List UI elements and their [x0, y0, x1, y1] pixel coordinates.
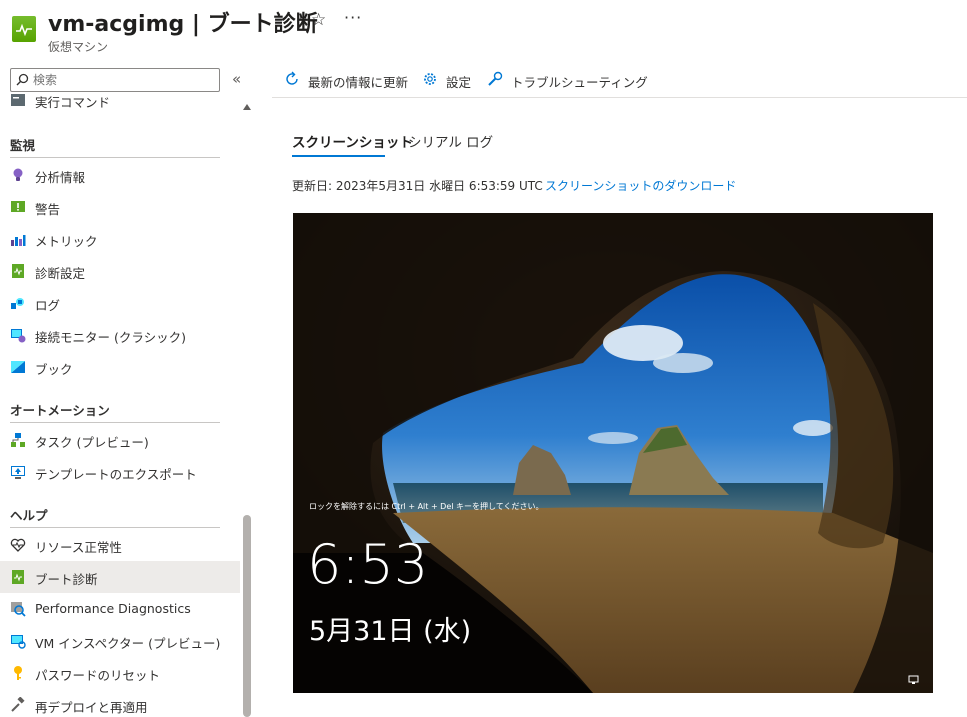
boot-screenshot-image: ロックを解除するには Ctrl + Alt + Del キーを押してください。 …	[293, 213, 933, 693]
sidebar-nav: 実行コマンド 監視 分析情報 警告 メトリック 診断設定 ログ 接続モニター (…	[0, 94, 240, 717]
connection-monitor-icon	[11, 329, 26, 343]
sidebar-item-metrics[interactable]: メトリック	[0, 223, 240, 255]
download-screenshot-link[interactable]: スクリーンショットのダウンロード	[545, 177, 736, 194]
sidebar-item-diagnostic-settings[interactable]: 診断設定	[0, 255, 240, 287]
sidebar-item-performance-diagnostics[interactable]: Performance Diagnostics	[0, 593, 240, 625]
sidebar-item-connection-monitor[interactable]: 接続モニター (クラシック)	[0, 319, 240, 351]
troubleshoot-button[interactable]: トラブルシューティング	[487, 70, 648, 90]
page-header: vm-acgimg | ブート診断 仮想マシン ☆ ···	[0, 0, 967, 62]
sidebar-item-label: ブック	[35, 362, 73, 377]
lightbulb-icon	[13, 168, 23, 181]
sidebar-item-export-template[interactable]: テンプレートのエクスポート	[0, 456, 240, 488]
settings-button[interactable]: 設定	[422, 70, 482, 90]
collapse-sidebar-icon[interactable]: «	[232, 70, 241, 88]
divider	[10, 527, 220, 528]
refresh-label: 最新の情報に更新	[308, 75, 409, 90]
sidebar: « 実行コマンド 監視 分析情報 警告 メトリック 診断設定 ログ	[0, 62, 256, 717]
active-tab-indicator	[292, 155, 385, 157]
section-monitoring: 監視	[10, 138, 36, 153]
divider	[10, 422, 220, 423]
sidebar-item-label: 実行コマンド	[35, 95, 111, 110]
sidebar-item-logs[interactable]: ログ	[0, 287, 240, 319]
network-icon	[908, 675, 919, 684]
sidebar-item-label: リソース正常性	[35, 540, 122, 555]
sidebar-item-run-command[interactable]: 実行コマンド	[0, 94, 240, 116]
search-icon	[16, 73, 29, 86]
sidebar-item-label: ログ	[35, 298, 61, 313]
refresh-icon	[286, 71, 298, 85]
lock-date: 5月31日 (水)	[309, 616, 472, 647]
more-icon[interactable]: ···	[344, 8, 362, 27]
section-help: ヘルプ	[10, 508, 48, 523]
heart-icon	[10, 538, 26, 552]
workbooks-icon	[11, 361, 25, 373]
tab-screenshot[interactable]: スクリーンショット	[292, 131, 413, 151]
updated-timestamp: 更新日: 2023年5月31日 水曜日 6:53:59 UTC	[292, 179, 543, 193]
wrench-icon	[488, 71, 503, 86]
sidebar-item-alerts[interactable]: 警告	[0, 191, 240, 223]
hammer-icon	[11, 697, 25, 712]
vm-inspector-icon	[11, 635, 26, 649]
sidebar-item-label: 接続モニター (クラシック)	[35, 330, 186, 345]
sidebar-item-label: メトリック	[35, 234, 98, 249]
page-title: vm-acgimg | ブート診断	[48, 12, 318, 37]
sidebar-item-redeploy[interactable]: 再デプロイと再適用	[0, 689, 240, 717]
performance-diagnostics-icon	[11, 602, 26, 617]
sidebar-item-label: Performance Diagnostics	[35, 601, 191, 616]
scroll-up-arrow[interactable]	[243, 104, 251, 110]
sidebar-item-label: ブート診断	[35, 572, 98, 587]
section-automation: オートメーション	[10, 403, 110, 418]
lock-hint-text: ロックを解除するには Ctrl + Alt + Del キーを押してください。	[309, 502, 544, 511]
sidebar-item-label: タスク (プレビュー)	[35, 435, 149, 450]
page-subtitle: 仮想マシン	[48, 40, 109, 54]
diagnostic-settings-icon	[12, 264, 24, 278]
command-bar: 最新の情報に更新 設定 トラブルシューティング	[272, 62, 967, 98]
sidebar-item-label: テンプレートのエクスポート	[35, 467, 197, 482]
sidebar-item-label: 分析情報	[35, 170, 86, 185]
sidebar-item-label: パスワードのリセット	[35, 668, 161, 683]
refresh-button[interactable]: 最新の情報に更新	[284, 70, 414, 90]
metrics-icon	[11, 235, 26, 246]
sidebar-item-label: VM インスペクター (プレビュー)	[35, 636, 221, 651]
logs-icon	[11, 298, 24, 309]
sidebar-item-vm-inspector[interactable]: VM インスペクター (プレビュー)	[0, 625, 240, 657]
sidebar-item-label: 診断設定	[35, 266, 86, 281]
sidebar-item-insights[interactable]: 分析情報	[0, 159, 240, 191]
alert-icon	[11, 201, 25, 212]
tasks-icon	[11, 433, 25, 447]
run-command-icon	[11, 94, 25, 106]
vm-resource-icon	[12, 16, 36, 42]
star-icon[interactable]: ☆	[311, 10, 326, 30]
sidebar-item-workbooks[interactable]: ブック	[0, 351, 240, 383]
search-input[interactable]	[33, 71, 213, 89]
sidebar-item-tasks[interactable]: タスク (プレビュー)	[0, 424, 240, 456]
sidebar-item-resource-health[interactable]: リソース正常性	[0, 529, 240, 561]
settings-label: 設定	[446, 75, 472, 90]
key-icon	[14, 666, 22, 680]
sidebar-item-label: 警告	[35, 202, 61, 217]
divider	[10, 157, 220, 158]
gear-icon	[424, 73, 436, 85]
sidebar-item-boot-diagnostics[interactable]: ブート診断	[0, 561, 240, 593]
sidebar-scrollbar[interactable]	[243, 515, 251, 717]
boot-diagnostics-icon	[12, 570, 24, 584]
troubleshoot-label: トラブルシューティング	[511, 75, 648, 90]
export-template-icon	[11, 466, 25, 479]
search-box[interactable]	[10, 68, 220, 92]
sidebar-item-reset-password[interactable]: パスワードのリセット	[0, 657, 240, 689]
sidebar-item-label: 再デプロイと再適用	[35, 700, 148, 715]
lock-time: 6:53	[307, 533, 429, 596]
tab-serial-log[interactable]: シリアル ログ	[408, 131, 493, 151]
